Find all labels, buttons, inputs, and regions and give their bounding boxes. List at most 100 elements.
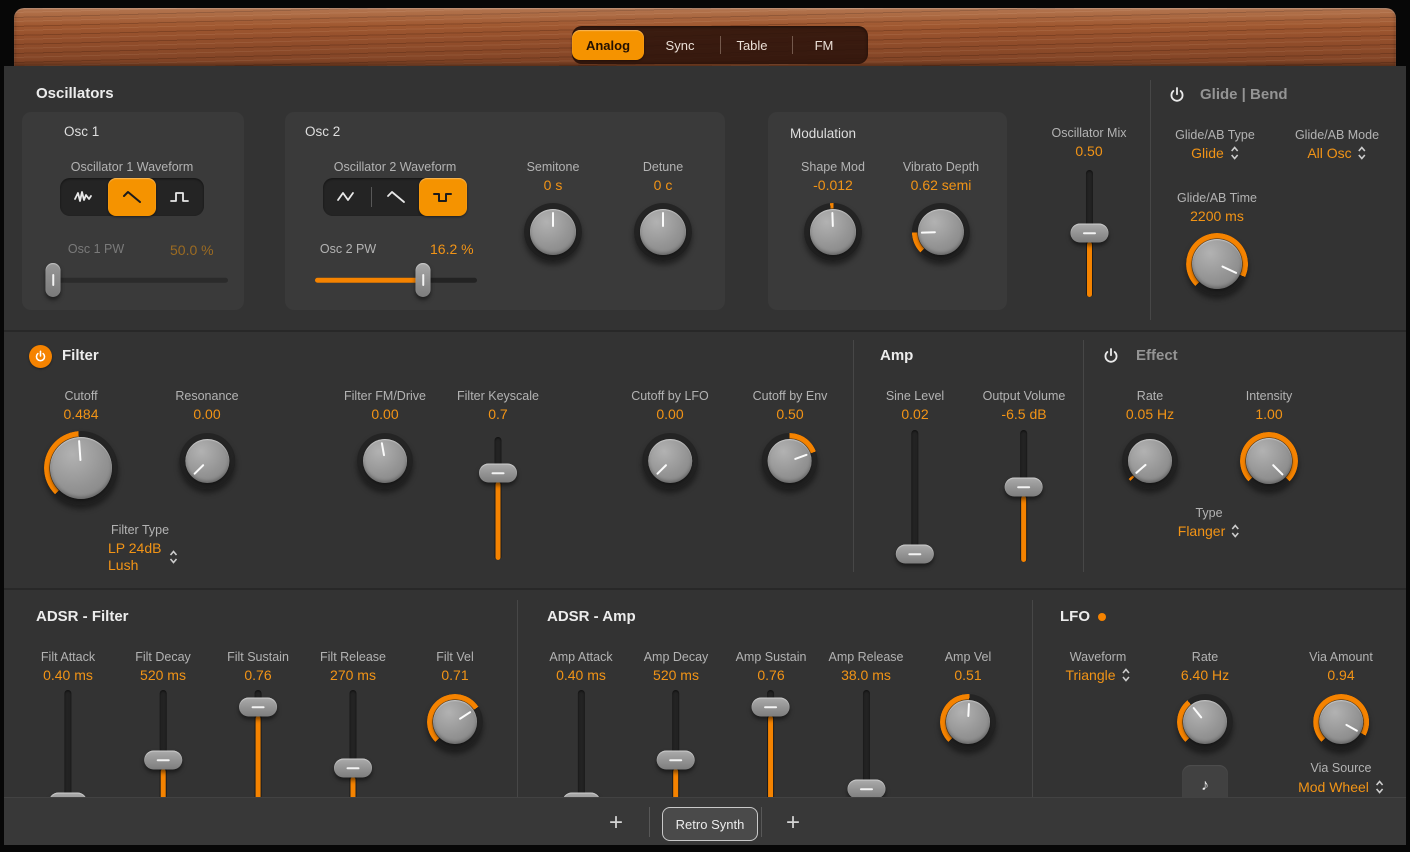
osc2-triangle-wave-button[interactable] xyxy=(323,178,371,216)
effect-rate-value: 0.05 Hz xyxy=(1126,406,1174,424)
cutoff-value: 0.484 xyxy=(63,406,98,424)
osc2-pw-value: 16.2 % xyxy=(430,241,474,257)
filt-release-slider-handle[interactable] xyxy=(334,759,372,778)
lfo-rate-control: Rate 6.40 Hz xyxy=(1177,650,1233,750)
cutoff-by-lfo-knob[interactable] xyxy=(642,433,698,489)
effect-power-button[interactable] xyxy=(1102,347,1120,365)
sine-level-label: Sine Level xyxy=(886,389,944,405)
amp-sustain-control: Amp Sustain 0.76 xyxy=(736,650,807,808)
osc2-sawtooth-wave-button[interactable] xyxy=(372,178,420,216)
vibrato-depth-control: Vibrato Depth 0.62 semi xyxy=(903,160,979,261)
cutoff-by-env-knob[interactable] xyxy=(762,433,818,489)
glide-time-knob[interactable] xyxy=(1186,233,1248,295)
sine-level-slider[interactable] xyxy=(896,430,934,562)
amp-release-slider-handle[interactable] xyxy=(847,780,885,799)
amp-release-value: 38.0 ms xyxy=(841,667,891,685)
via-amount-value: 0.94 xyxy=(1327,667,1354,685)
amp-release-slider[interactable] xyxy=(847,690,885,808)
add-plugin-left-button[interactable]: + xyxy=(609,809,623,837)
filter-keyscale-slider[interactable] xyxy=(479,437,517,560)
filt-sustain-slider[interactable] xyxy=(239,690,277,808)
sine-level-slider-handle[interactable] xyxy=(896,545,934,564)
tab-analog[interactable]: Analog xyxy=(572,30,644,60)
amp-sustain-slider-handle[interactable] xyxy=(752,698,790,717)
detune-knob[interactable] xyxy=(634,203,692,261)
osc2-pw-slider-handle[interactable] xyxy=(416,263,431,297)
glide-time-value: 2200 ms xyxy=(1190,208,1244,226)
glide-power-button[interactable] xyxy=(1168,86,1186,104)
add-plugin-right-button[interactable]: + xyxy=(786,809,800,837)
osc2-pw-slider[interactable] xyxy=(315,262,477,298)
filt-release-slider[interactable] xyxy=(334,690,372,808)
filt-decay-slider-handle[interactable] xyxy=(144,751,182,770)
via-source-dropdown[interactable]: Mod Wheel xyxy=(1298,779,1384,795)
tab-table[interactable]: Table xyxy=(716,30,788,60)
via-amount-control: Via Amount 0.94 xyxy=(1309,650,1373,750)
osc2-title: Osc 2 xyxy=(305,124,340,139)
filt-attack-value: 0.40 ms xyxy=(43,667,93,685)
amp-decay-slider[interactable] xyxy=(657,690,695,808)
adsr-filter-title: ADSR - Filter xyxy=(36,608,129,625)
osc1-pw-slider-handle[interactable] xyxy=(46,263,61,297)
semitone-knob[interactable] xyxy=(524,203,582,261)
filt-sustain-slider-handle[interactable] xyxy=(239,698,277,717)
osc1-sawtooth-wave-button[interactable] xyxy=(108,178,156,216)
output-volume-slider-handle[interactable] xyxy=(1005,478,1043,497)
osc1-square-wave-button[interactable] xyxy=(156,178,204,216)
amp-attack-value: 0.40 ms xyxy=(556,667,606,685)
osc1-pw-value: 50.0 % xyxy=(170,242,214,260)
glide-mode-label: Glide/AB Mode xyxy=(1295,128,1379,142)
filter-keyscale-label: Filter Keyscale xyxy=(457,389,539,405)
filt-attack-slider[interactable] xyxy=(49,690,87,808)
amp-attack-slider[interactable] xyxy=(562,690,600,808)
osc1-noise-wave-button[interactable] xyxy=(60,178,108,216)
effect-intensity-label: Intensity xyxy=(1246,389,1293,405)
cutoff-by-env-control: Cutoff by Env 0.50 xyxy=(753,389,828,489)
tab-fm[interactable]: FM xyxy=(788,30,860,60)
effect-intensity-knob[interactable] xyxy=(1240,432,1298,490)
shape-mod-value: -0.012 xyxy=(813,177,853,195)
sawtooth-wave-icon xyxy=(384,187,408,207)
cutoff-knob[interactable] xyxy=(44,431,118,505)
lfo-rate-knob[interactable] xyxy=(1177,694,1233,750)
vibrato-depth-knob[interactable] xyxy=(912,203,970,261)
filt-decay-slider[interactable] xyxy=(144,690,182,808)
effect-type-dropdown[interactable]: Flanger xyxy=(1178,523,1240,539)
tab-sync[interactable]: Sync xyxy=(644,30,716,60)
osc1-pw-slider[interactable] xyxy=(46,262,228,298)
effect-rate-knob[interactable] xyxy=(1122,433,1178,489)
amp-title: Amp xyxy=(880,347,913,364)
amp-vel-knob[interactable] xyxy=(940,694,996,750)
glide-mode-dropdown[interactable]: All Osc xyxy=(1307,145,1366,161)
lfo-active-dot xyxy=(1098,613,1106,621)
filter-keyscale-slider-handle[interactable] xyxy=(479,464,517,483)
resonance-knob[interactable] xyxy=(179,433,235,489)
effect-title: Effect xyxy=(1136,347,1178,364)
preset-name-button[interactable]: Retro Synth xyxy=(662,807,758,841)
filt-vel-knob[interactable] xyxy=(427,694,483,750)
via-amount-knob[interactable] xyxy=(1313,694,1369,750)
row-divider xyxy=(4,588,1406,590)
semitone-value: 0 s xyxy=(544,177,563,195)
filter-type-dropdown[interactable]: LP 24dB Lush xyxy=(108,540,178,574)
square-wave-icon xyxy=(168,187,192,207)
chevron-up-down-icon xyxy=(1122,668,1131,682)
oscillator-mix-slider[interactable] xyxy=(1070,170,1108,297)
lfo-waveform-dropdown[interactable]: Triangle xyxy=(1065,667,1130,683)
amp-sustain-slider[interactable] xyxy=(752,690,790,808)
oscillator-mix-slider-handle[interactable] xyxy=(1070,224,1108,243)
filter-fm-drive-knob[interactable] xyxy=(357,433,413,489)
filt-sustain-label: Filt Sustain xyxy=(227,650,289,666)
filter-title: Filter xyxy=(62,347,99,364)
lfo-waveform-value: Triangle xyxy=(1065,667,1115,683)
osc2-square-wave-button[interactable] xyxy=(419,178,467,216)
filter-power-button[interactable] xyxy=(29,345,52,368)
shape-mod-knob[interactable] xyxy=(804,203,862,261)
chevron-up-down-icon xyxy=(1231,524,1240,538)
glide-type-dropdown[interactable]: Glide xyxy=(1191,145,1239,161)
vibrato-depth-value: 0.62 semi xyxy=(911,177,972,195)
cutoff-control: Cutoff 0.484 xyxy=(44,389,118,505)
amp-decay-slider-handle[interactable] xyxy=(657,751,695,770)
output-volume-slider[interactable] xyxy=(1005,430,1043,562)
section-divider xyxy=(1083,340,1084,572)
